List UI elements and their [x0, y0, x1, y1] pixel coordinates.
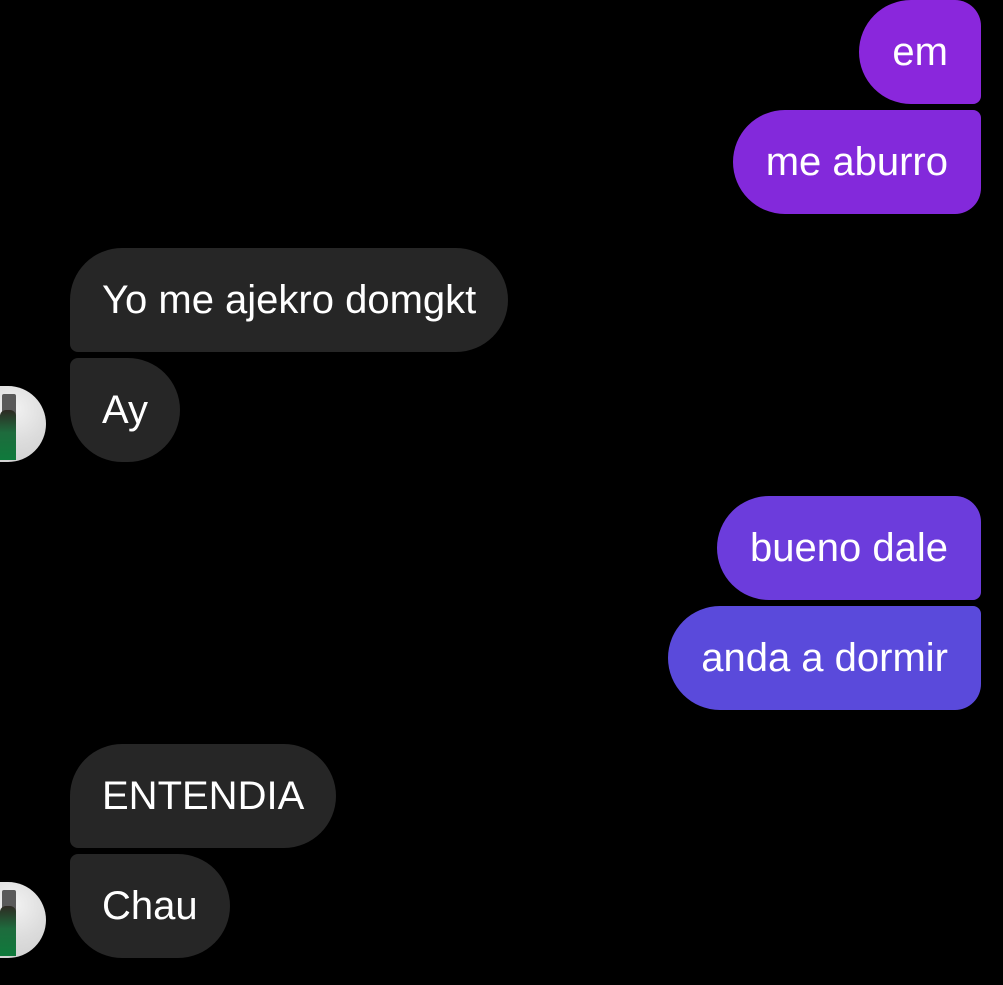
incoming-message[interactable]: Ay: [70, 358, 180, 462]
message-text: Yo me ajekro domgkt: [102, 278, 477, 322]
avatar-figure: [0, 906, 16, 956]
message-text: em: [892, 30, 948, 74]
avatar-figure: [0, 410, 16, 460]
contact-avatar-icon[interactable]: [0, 386, 46, 462]
message-text: me aburro: [765, 140, 948, 184]
outgoing-message[interactable]: me aburro: [732, 110, 981, 214]
message-text: anda a dormir: [701, 636, 948, 680]
outgoing-message[interactable]: bueno dale: [717, 496, 981, 600]
chat-thread: em me aburro Yo me ajekro domgkt Ay buen…: [0, 0, 1003, 985]
incoming-message[interactable]: Yo me ajekro domgkt: [70, 248, 509, 352]
message-text: ENTENDIA: [102, 774, 305, 818]
outgoing-message[interactable]: em: [859, 0, 981, 104]
outgoing-message[interactable]: anda a dormir: [668, 606, 981, 710]
message-text: Chau: [102, 884, 198, 928]
message-text: bueno dale: [750, 526, 948, 570]
contact-avatar-icon[interactable]: [0, 882, 46, 958]
message-text: Ay: [102, 388, 148, 432]
incoming-message[interactable]: Chau: [70, 854, 230, 958]
incoming-message[interactable]: ENTENDIA: [70, 744, 337, 848]
